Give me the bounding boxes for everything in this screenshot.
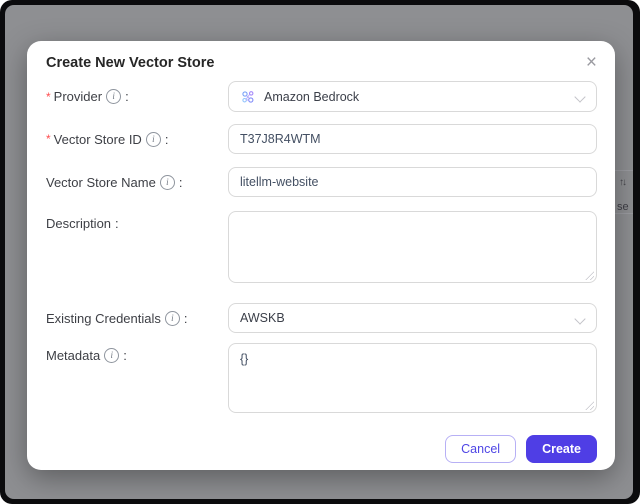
colon: : bbox=[178, 174, 183, 190]
colon: : bbox=[164, 131, 169, 147]
info-icon[interactable]: i bbox=[164, 310, 180, 326]
vector-store-id-input[interactable] bbox=[228, 124, 597, 154]
metadata-textarea[interactable]: {} bbox=[228, 343, 597, 413]
amazon-bedrock-icon bbox=[242, 90, 254, 103]
chevron-down-icon bbox=[574, 313, 586, 325]
colon: : bbox=[183, 310, 188, 326]
vector-store-id-label-text: Vector Store ID bbox=[53, 131, 142, 147]
screen-frame: ↑↓ se Create New Vector Store × * Provid… bbox=[0, 0, 640, 504]
metadata-row: Metadata i : {} bbox=[46, 343, 597, 413]
provider-label: * Provider i : bbox=[46, 89, 228, 104]
provider-select[interactable]: Amazon Bedrock bbox=[228, 81, 597, 112]
cancel-button[interactable]: Cancel bbox=[445, 435, 517, 463]
colon: : bbox=[115, 216, 119, 231]
dimmed-app-window: ↑↓ se Create New Vector Store × * Provid… bbox=[5, 5, 633, 499]
metadata-label-text: Metadata bbox=[46, 348, 101, 363]
create-vector-store-modal: Create New Vector Store × * Provider i : bbox=[27, 41, 615, 470]
create-button[interactable]: Create bbox=[526, 435, 597, 463]
info-icon[interactable]: i bbox=[159, 174, 175, 190]
info-icon[interactable]: i bbox=[104, 348, 120, 363]
required-asterisk: * bbox=[46, 89, 51, 104]
info-icon[interactable]: i bbox=[106, 89, 122, 104]
background-partial-text: se bbox=[617, 201, 629, 213]
existing-credentials-selected-value: AWSKB bbox=[240, 311, 285, 325]
vector-store-name-label-text: Vector Store Name bbox=[46, 174, 156, 190]
info-icon[interactable]: i bbox=[145, 131, 161, 147]
chevron-down-icon bbox=[574, 91, 586, 103]
required-asterisk: * bbox=[46, 132, 51, 146]
provider-row: * Provider i : Amazon Bedrock bbox=[46, 81, 597, 112]
vector-store-name-input[interactable] bbox=[228, 167, 597, 197]
description-textarea-wrap bbox=[228, 211, 597, 283]
vector-store-id-label: * Vector Store ID i : bbox=[46, 131, 228, 147]
metadata-label: Metadata i : bbox=[46, 343, 228, 363]
description-textarea[interactable] bbox=[228, 211, 597, 283]
close-icon[interactable]: × bbox=[583, 50, 600, 75]
existing-credentials-select[interactable]: AWSKB bbox=[228, 303, 597, 333]
modal-title: Create New Vector Store bbox=[46, 55, 215, 71]
description-label: Description : bbox=[46, 211, 228, 231]
metadata-textarea-wrap: {} bbox=[228, 343, 597, 413]
vector-store-name-label: Vector Store Name i : bbox=[46, 174, 228, 190]
colon: : bbox=[123, 348, 127, 363]
modal-footer: Cancel Create bbox=[445, 435, 597, 463]
existing-credentials-row: Existing Credentials i : AWSKB bbox=[46, 303, 597, 333]
existing-credentials-label: Existing Credentials i : bbox=[46, 310, 228, 326]
existing-credentials-label-text: Existing Credentials bbox=[46, 310, 161, 326]
vector-store-id-row: * Vector Store ID i : bbox=[46, 124, 597, 154]
description-label-text: Description bbox=[46, 216, 112, 231]
provider-selected-value: Amazon Bedrock bbox=[264, 89, 360, 104]
background-sort-icon: ↑↓ bbox=[619, 177, 627, 188]
vector-store-name-row: Vector Store Name i : bbox=[46, 167, 597, 197]
colon: : bbox=[125, 89, 129, 104]
description-row: Description : bbox=[46, 211, 597, 283]
provider-label-text: Provider bbox=[53, 89, 103, 104]
